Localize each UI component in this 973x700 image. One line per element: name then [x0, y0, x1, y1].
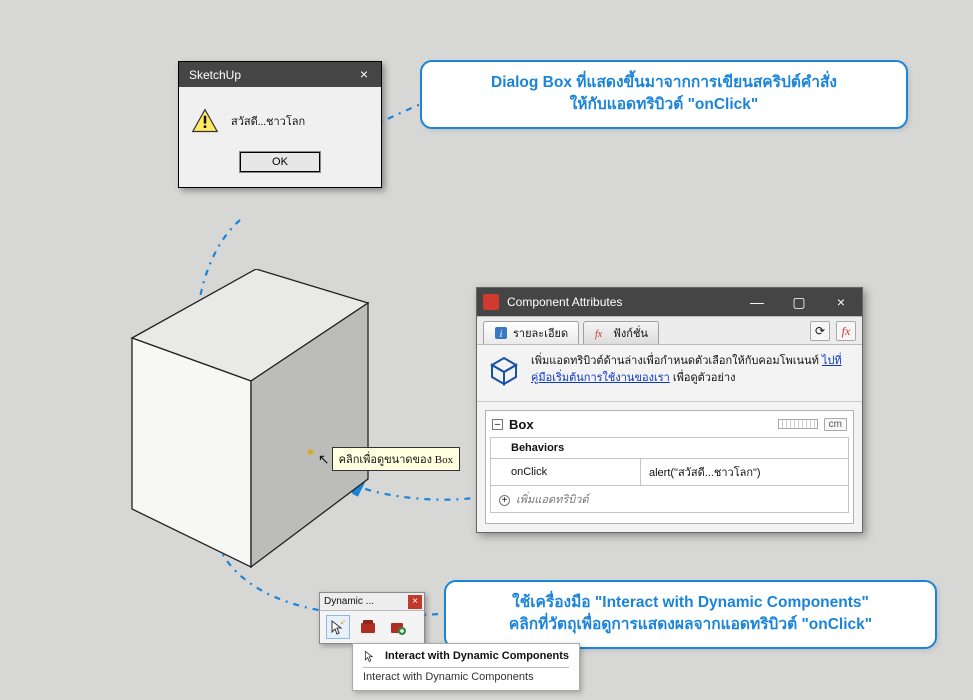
callout-dialog-explain: Dialog Box ที่แสดงขึ้นมาจากการเขียนสคริป…	[420, 60, 908, 129]
attr-value-cell[interactable]: alert("สวัสดี...ชาวโลก")	[641, 458, 849, 485]
tooltip-body: Interact with Dynamic Components	[363, 671, 569, 683]
svg-text:i: i	[500, 329, 503, 340]
cursor-icon: ↖	[318, 451, 330, 468]
collapse-toggle[interactable]: –	[492, 419, 503, 430]
attrwin-tabs: i รายละเอียด fx ฟังก์ชั่น ⟳ fx	[477, 316, 862, 345]
callout-interact-tool: ใช้เครื่องมือ "Interact with Dynamic Com…	[444, 580, 937, 649]
tab-label: รายละเอียด	[513, 324, 568, 342]
alert-title: SketchUp	[189, 68, 241, 82]
unit-label[interactable]: cm	[824, 418, 847, 431]
spark-icon: ✶	[305, 445, 316, 461]
ok-button[interactable]: OK	[239, 151, 321, 173]
tooltip-title: Interact with Dynamic Components	[385, 650, 569, 662]
callout-line: ใช้เครื่องมือ "Interact with Dynamic Com…	[464, 592, 917, 614]
refresh-button[interactable]: ⟳	[810, 321, 830, 341]
toggle-formula-button[interactable]: fx	[836, 321, 856, 341]
attr-name-cell[interactable]: onClick	[491, 458, 641, 485]
ruler-icon	[778, 419, 818, 429]
interact-cursor-tooltip: ✶ ↖ คลิกเพื่อดูขนาดของ Box	[305, 447, 460, 471]
sketchup-app-icon	[483, 294, 499, 310]
callout-line: Dialog Box ที่แสดงขึ้นมาจากการเขียนสคริป…	[440, 72, 888, 94]
attribute-row[interactable]: onClick alert("สวัสดี...ชาวโลก")	[491, 458, 849, 485]
tab-label: ฟังก์ชั่น	[613, 324, 648, 342]
component-options-button[interactable]	[356, 615, 380, 639]
component-attributes-button[interactable]	[386, 615, 410, 639]
component-box-3d[interactable]	[125, 269, 375, 572]
component-name: Box	[509, 417, 768, 432]
svg-text:fx: fx	[595, 329, 603, 340]
sketchup-alert-dialog: SketchUp × สวัสดี...ชาวโลก OK	[178, 61, 382, 188]
cursor-tooltip-label: คลิกเพื่อดูขนาดของ Box	[332, 447, 460, 471]
alert-titlebar[interactable]: SketchUp ×	[179, 62, 381, 87]
component-attributes-window: Component Attributes — ▢ × i รายละเอียด …	[476, 287, 863, 533]
attrwin-titlebar[interactable]: Component Attributes — ▢ ×	[477, 288, 862, 316]
interact-tool-tooltip: Interact with Dynamic Components Interac…	[352, 643, 580, 691]
maximize-button[interactable]: ▢	[778, 288, 820, 316]
info-icon: i	[494, 326, 508, 340]
close-icon[interactable]: ×	[353, 62, 375, 87]
alert-message: สวัสดี...ชาวโลก	[231, 112, 305, 130]
tab-details[interactable]: i รายละเอียด	[483, 321, 579, 344]
attrwin-info: เพิ่มแอดทริบิวต์ด้านล่างเพื่อกำหนดตัวเลื…	[477, 345, 862, 402]
cursor-icon	[363, 649, 377, 663]
close-button[interactable]: ×	[820, 288, 862, 316]
warning-icon	[191, 107, 219, 135]
add-attribute-row[interactable]: +เพิ่มแอดทริบิวต์	[491, 485, 849, 512]
toolbar-titlebar[interactable]: Dynamic ... ×	[320, 593, 424, 611]
close-icon[interactable]: ×	[408, 595, 422, 609]
interact-tool-button[interactable]	[326, 615, 350, 639]
dynamic-components-toolbar[interactable]: Dynamic ... ×	[319, 592, 425, 644]
callout-line: คลิกที่วัตถุเพื่อดูการแสดงผลจากแอดทริบิว…	[464, 614, 917, 636]
section-behaviors: Behaviors	[491, 437, 849, 458]
callout-line: ให้กับแอดทริบิวต์ "onClick"	[440, 94, 888, 116]
toolbar-title: Dynamic ...	[324, 596, 374, 607]
fx-icon: fx	[594, 326, 608, 340]
attrwin-title: Component Attributes	[507, 295, 736, 309]
info-text: เพิ่มแอดทริบิวต์ด้านล่างเพื่อกำหนดตัวเลื…	[531, 353, 852, 386]
attribute-grid: – Box cm Behaviors onClick alert("สวัสดี…	[485, 410, 854, 524]
minimize-button[interactable]: —	[736, 288, 778, 316]
plus-icon: +	[499, 495, 510, 506]
tab-functions[interactable]: fx ฟังก์ชั่น	[583, 321, 659, 344]
component-cube-icon	[487, 353, 521, 393]
